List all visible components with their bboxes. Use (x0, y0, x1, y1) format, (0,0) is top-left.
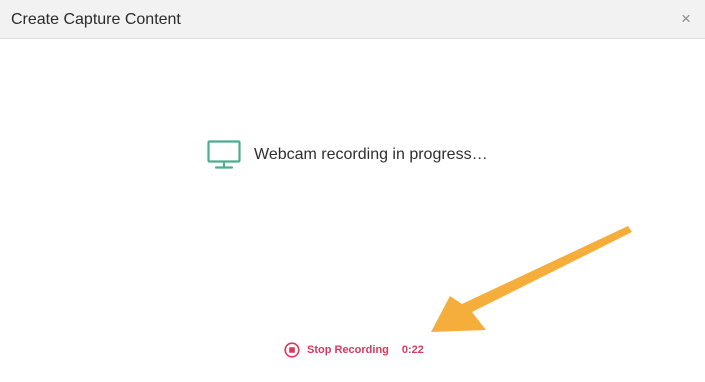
stop-circle-icon (284, 342, 300, 358)
recording-status: Webcam recording in progress… (207, 139, 488, 171)
recording-status-text: Webcam recording in progress… (254, 146, 488, 163)
dialog-title: Create Capture Content (11, 11, 181, 28)
stop-recording-label: Stop Recording (307, 344, 389, 356)
dialog-header: Create Capture Content × (0, 0, 705, 39)
recording-controls: Stop Recording 0:22 (284, 340, 424, 360)
recording-timer: 0:22 (401, 344, 424, 356)
close-icon[interactable]: × (679, 9, 693, 29)
stop-recording-button[interactable]: Stop Recording (284, 342, 389, 358)
create-capture-dialog: Create Capture Content × Webcam recordin… (0, 0, 705, 382)
monitor-icon (207, 140, 241, 169)
annotation-arrow (431, 226, 632, 332)
